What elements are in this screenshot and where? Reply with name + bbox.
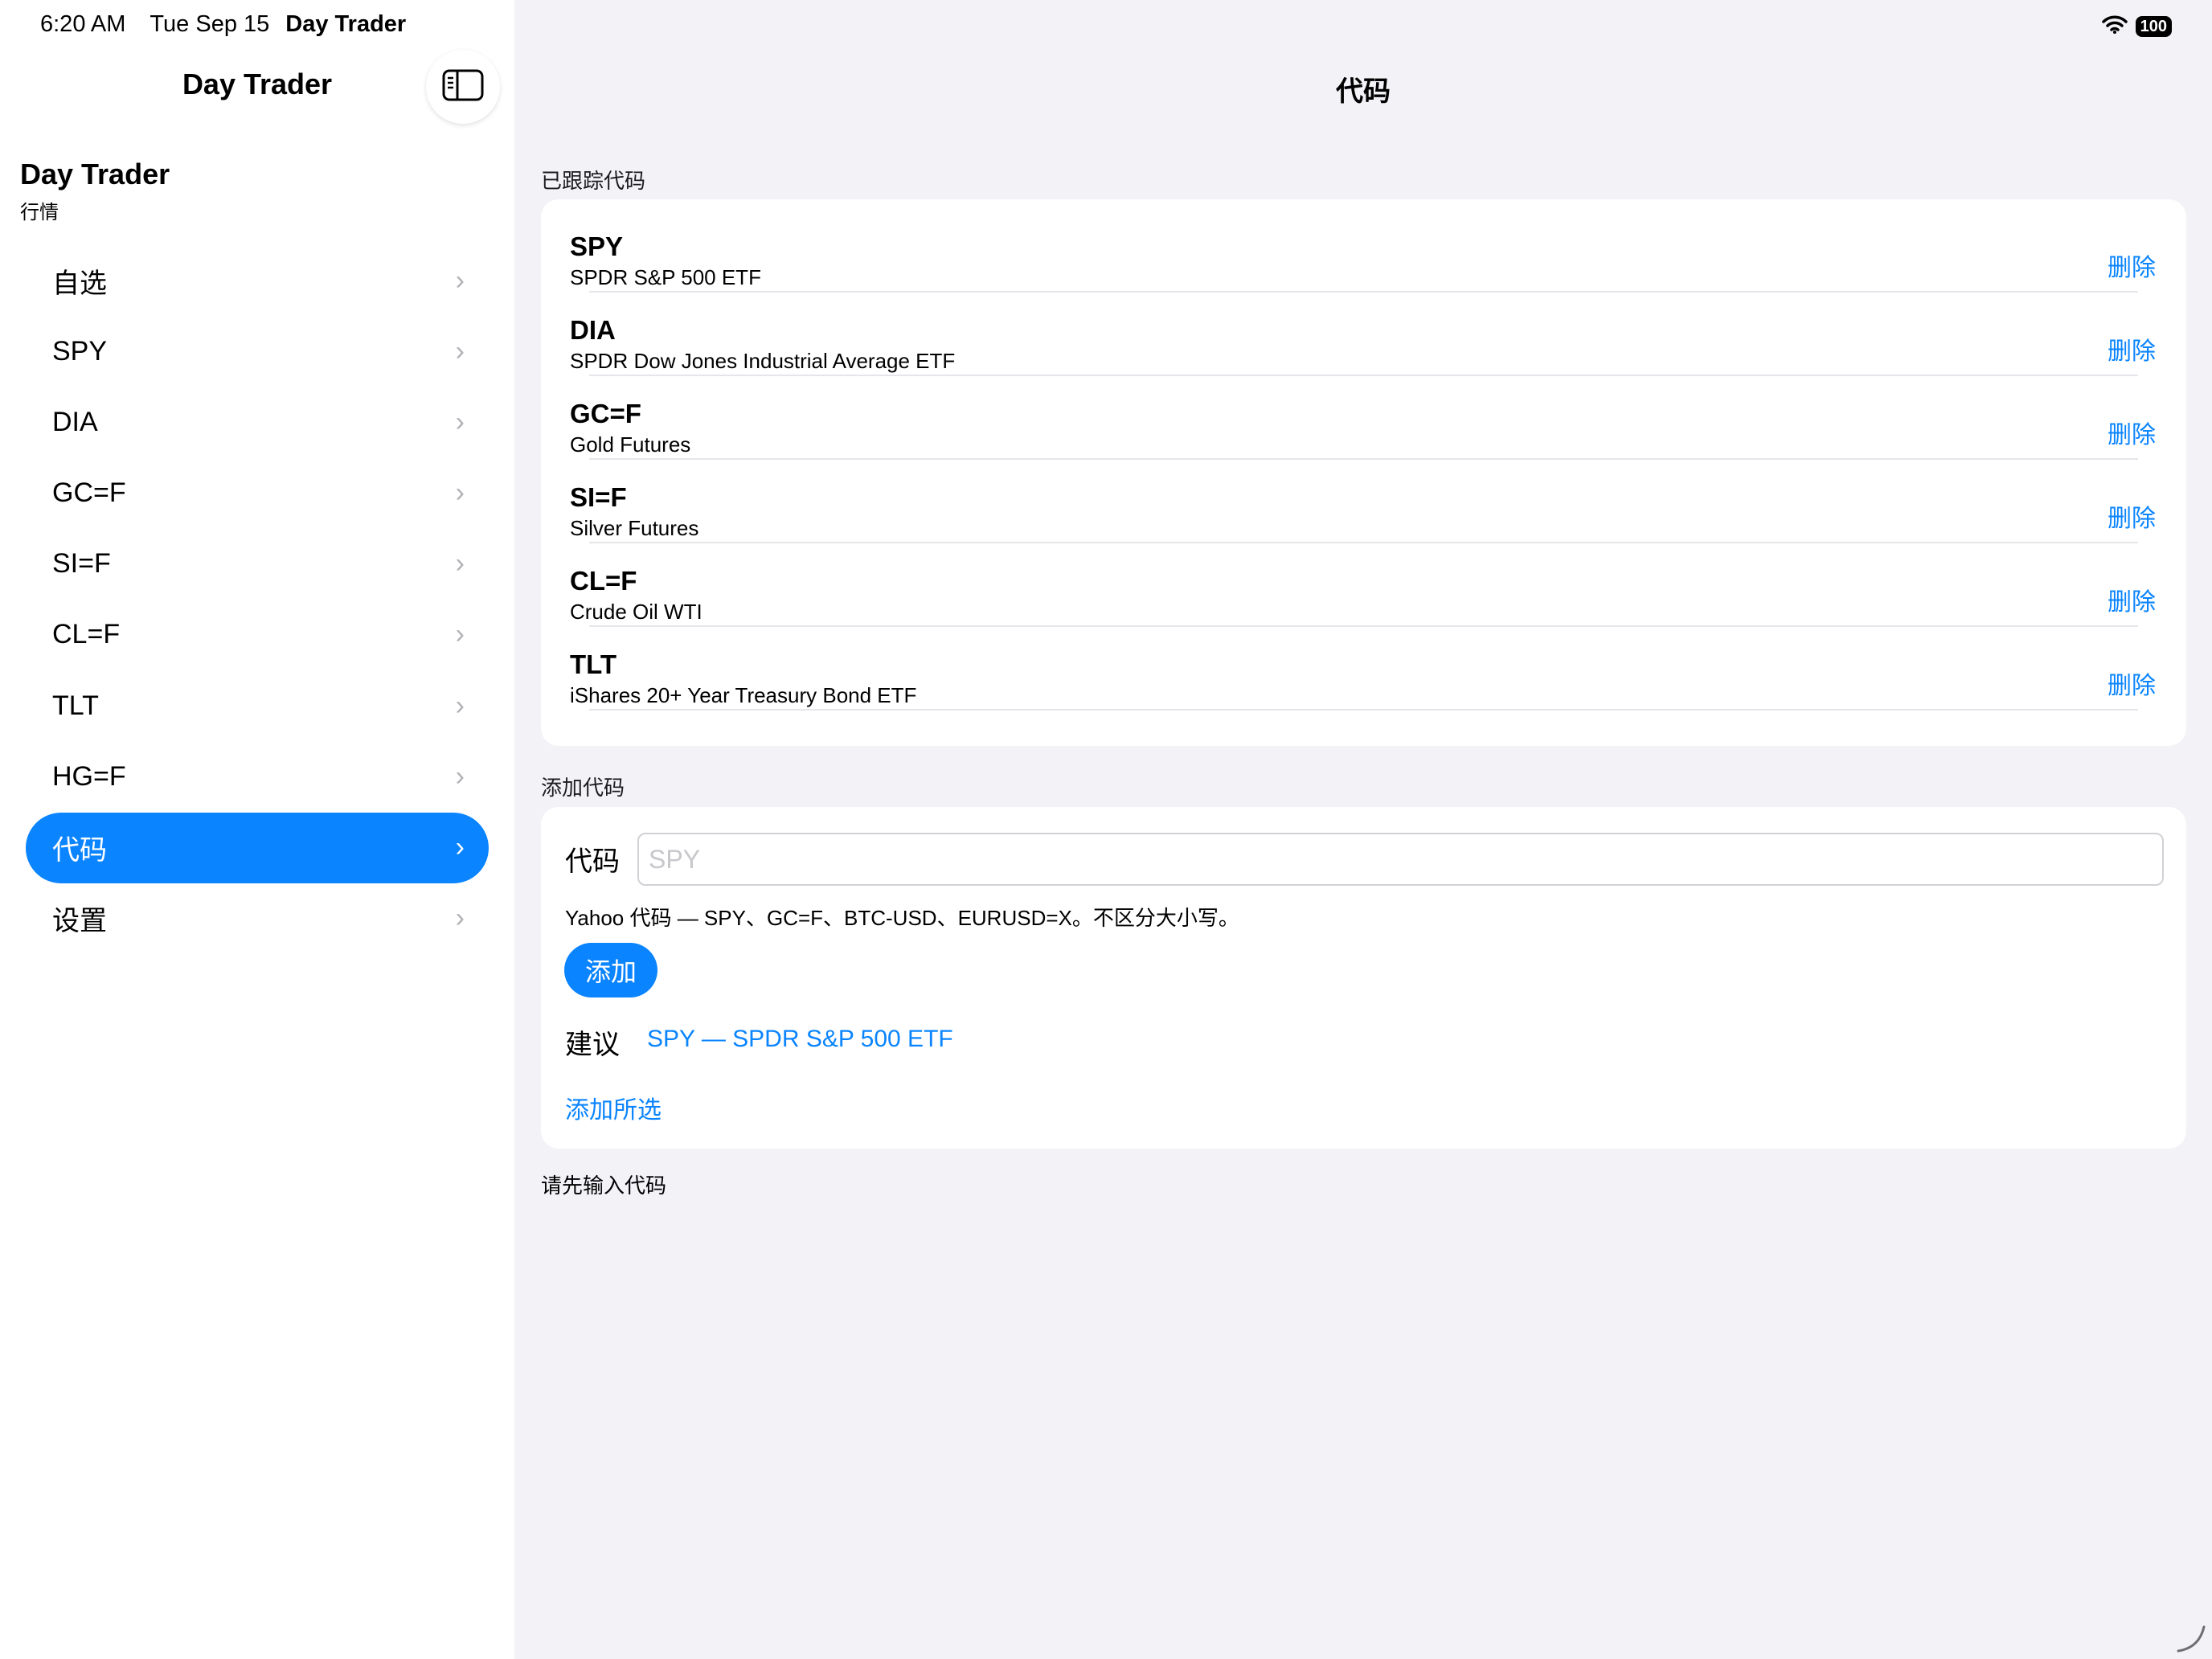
symbol-name: Crude Oil WTI xyxy=(570,600,703,624)
sidebar-item-label: TLT xyxy=(52,690,99,721)
sidebar-item-label: SPY xyxy=(52,335,108,367)
sidebar-item-label: 设置 xyxy=(52,906,107,937)
add-button[interactable]: 添加 xyxy=(564,943,657,997)
add-selected-button[interactable]: 添加所选 xyxy=(565,1090,662,1125)
page-title: 代码 xyxy=(1336,76,1391,107)
resize-handle-icon[interactable] xyxy=(2175,1622,2207,1654)
main-content: 100 代码 已跟踪代码 SPY SPDR S&P 500 ETF 删除 DIA… xyxy=(514,0,2212,1659)
battery-indicator: 100 xyxy=(2135,15,2172,37)
sidebar-item-label: SI=F xyxy=(52,548,111,580)
suggestion-link[interactable]: SPY — SPDR S&P 500 ETF xyxy=(647,1026,953,1053)
delete-button[interactable]: 删除 xyxy=(2108,498,2156,534)
sidebar-item-label: CL=F xyxy=(52,619,121,650)
symbol-ticker: DIA xyxy=(570,315,616,345)
sidebar-item-clf[interactable]: CL=F › xyxy=(26,600,489,670)
status-time: 6:20 AM xyxy=(40,11,126,37)
symbol-ticker: SPY xyxy=(570,231,624,261)
delete-button[interactable]: 删除 xyxy=(2108,331,2156,367)
symbol-name: SPDR S&P 500 ETF xyxy=(570,265,761,289)
sidebar-toggle-icon xyxy=(442,69,484,105)
symbol-hint: Yahoo 代码 — SPY、GC=F、BTC-USD、EURUSD=X。不区分… xyxy=(565,906,1239,930)
sidebar-item-label: DIA xyxy=(52,406,98,437)
wifi-icon xyxy=(2101,14,2128,38)
tracked-symbols-card: SPY SPDR S&P 500 ETF 删除 DIA SPDR Dow Jon… xyxy=(541,199,2186,746)
footer-hint: 请先输入代码 xyxy=(541,1174,667,1198)
symbol-ticker: GC=F xyxy=(570,399,641,428)
status-bar-right: 100 xyxy=(2101,14,2172,38)
sidebar-item-watchlist[interactable]: 自选 › xyxy=(26,245,489,316)
chevron-right-icon: › xyxy=(455,335,465,367)
add-section-label: 添加代码 xyxy=(541,776,625,800)
chevron-right-icon: › xyxy=(455,264,465,296)
symbol-name: iShares 20+ Year Treasury Bond ETF xyxy=(570,683,917,707)
status-bar-left: 6:20 AM Tue Sep 15 Day Trader xyxy=(40,11,406,38)
symbol-name: Gold Futures xyxy=(570,432,691,457)
symbol-ticker: SI=F xyxy=(570,482,627,512)
chevron-right-icon: › xyxy=(455,548,465,580)
list-item: TLT iShares 20+ Year Treasury Bond ETF 删… xyxy=(541,627,2186,711)
delete-button[interactable]: 删除 xyxy=(2108,582,2156,617)
sidebar-item-label: 自选 xyxy=(52,268,107,299)
sidebar-header-subtitle: 行情 xyxy=(20,202,59,223)
sidebar-item-gcf[interactable]: GC=F › xyxy=(26,458,489,529)
chevron-right-icon: › xyxy=(455,832,465,862)
sidebar-item-settings[interactable]: 设置 › xyxy=(26,883,489,954)
chevron-right-icon: › xyxy=(455,760,465,792)
chevron-right-icon: › xyxy=(455,406,465,437)
delete-button[interactable]: 删除 xyxy=(2108,666,2156,701)
sidebar-item-label: HG=F xyxy=(52,760,126,792)
chevron-right-icon: › xyxy=(455,690,465,721)
symbol-name: SPDR Dow Jones Industrial Average ETF xyxy=(570,349,956,373)
sidebar-item-tlt[interactable]: TLT › xyxy=(26,670,489,741)
sidebar-item-label: 代码 xyxy=(52,835,107,866)
symbol-ticker: TLT xyxy=(570,649,617,679)
list-item: GC=F Gold Futures 删除 xyxy=(541,376,2186,460)
row-divider xyxy=(589,709,2138,711)
symbol-field-label: 代码 xyxy=(565,846,620,877)
status-app-name: Day Trader xyxy=(285,11,407,37)
chevron-right-icon: › xyxy=(455,619,465,650)
sidebar-item-dia[interactable]: DIA › xyxy=(26,387,489,457)
sidebar-header-title: Day Trader xyxy=(20,158,170,190)
sidebar: 6:20 AM Tue Sep 15 Day Trader Day Trader D… xyxy=(0,0,514,1659)
chevron-right-icon: › xyxy=(455,477,465,509)
status-date: Tue Sep 15 xyxy=(150,11,270,37)
sidebar-item-label: GC=F xyxy=(52,477,126,509)
add-symbol-card: 代码 Yahoo 代码 — SPY、GC=F、BTC-USD、EURUSD=X。… xyxy=(541,807,2186,1149)
list-item: DIA SPDR Dow Jones Industrial Average ET… xyxy=(541,293,2186,376)
sidebar-item-spy[interactable]: SPY › xyxy=(26,316,489,387)
symbol-ticker: CL=F xyxy=(570,566,637,596)
suggestion-label: 建议 xyxy=(565,1030,620,1060)
sidebar-item-sif[interactable]: SI=F › xyxy=(26,529,489,600)
delete-button[interactable]: 删除 xyxy=(2108,415,2156,450)
sidebar-item-symbols[interactable]: 代码 › xyxy=(26,812,489,883)
list-item: CL=F Crude Oil WTI 删除 xyxy=(541,543,2186,627)
sidebar-list: 自选 › SPY › DIA › GC=F › SI=F › CL=F › TL… xyxy=(26,245,489,954)
list-item: SI=F Silver Futures 删除 xyxy=(541,460,2186,543)
symbol-name: Silver Futures xyxy=(570,516,699,540)
symbol-input[interactable] xyxy=(637,833,2164,886)
tracked-section-label: 已跟踪代码 xyxy=(541,169,646,193)
delete-button[interactable]: 删除 xyxy=(2108,248,2156,283)
sidebar-item-hgf[interactable]: HG=F › xyxy=(26,741,489,812)
list-item: SPY SPDR S&P 500 ETF 删除 xyxy=(541,209,2186,293)
sidebar-toggle-button[interactable] xyxy=(426,50,500,124)
chevron-right-icon: › xyxy=(455,903,465,934)
